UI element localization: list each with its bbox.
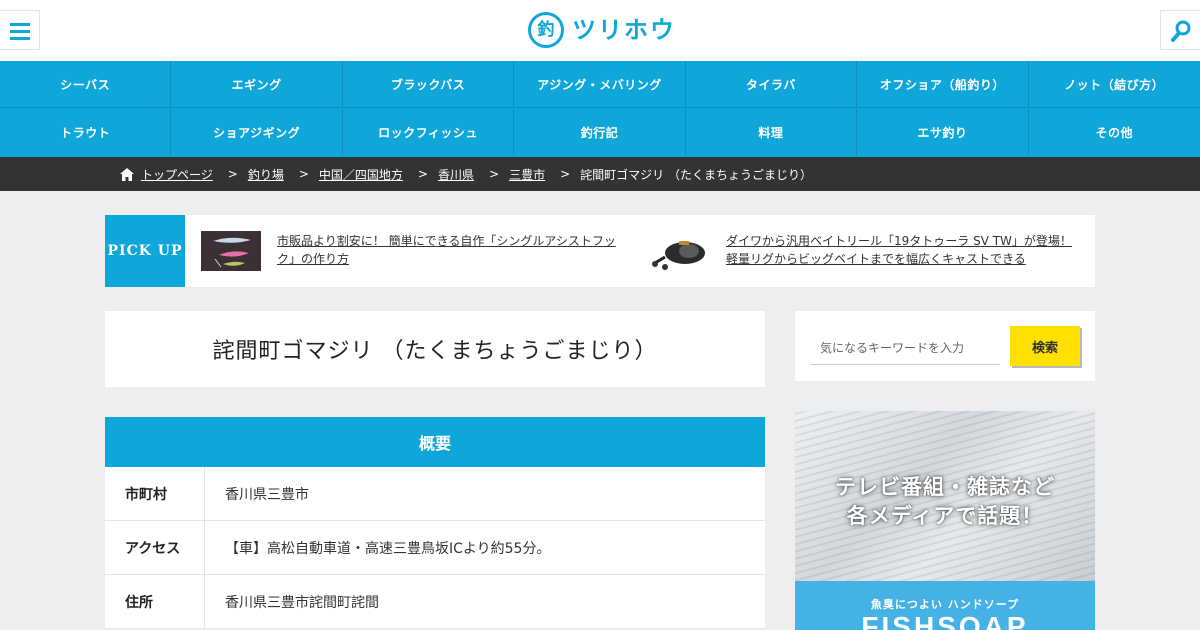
ad-headline-line-1: テレビ番組・雑誌など bbox=[835, 475, 1055, 499]
nav-item-cooking[interactable]: 料理 bbox=[686, 109, 858, 156]
overview-key-access: アクセス bbox=[105, 521, 205, 574]
table-row: アクセス 【車】高松自動車道・高速三豊鳥坂ICより約55分。 bbox=[105, 521, 765, 575]
ad-headline: テレビ番組・雑誌など 各メディアで話題！ bbox=[795, 473, 1095, 531]
header-search-button[interactable] bbox=[1160, 10, 1200, 50]
bait-reel-image bbox=[651, 231, 711, 271]
nav-item-trout[interactable]: トラウト bbox=[0, 109, 172, 156]
pickup-bar: PICK UP 市販品より割安に！ 簡単にできる自作「シングルアシストフック」の… bbox=[105, 215, 1095, 287]
site-logo[interactable]: 釣 ツリホウ bbox=[528, 12, 678, 50]
site-header: 釣 ツリホウ bbox=[0, 0, 1200, 61]
title-box: 詫間町ゴマジリ （たくまちょうごまじり） bbox=[105, 311, 765, 387]
overview-heading: 概要 bbox=[105, 417, 765, 467]
overview-value-city: 香川県三豊市 bbox=[225, 486, 309, 503]
nav-item-offshore[interactable]: オフショア（船釣り） bbox=[857, 61, 1029, 108]
nav-item-other[interactable]: その他 bbox=[1029, 109, 1200, 156]
overview-key-address: 住所 bbox=[105, 575, 205, 628]
menu-button[interactable] bbox=[0, 10, 40, 50]
pickup-thumbnail-1[interactable] bbox=[201, 231, 261, 271]
breadcrumb-separator: > bbox=[489, 167, 500, 181]
home-icon bbox=[120, 167, 134, 181]
sidebar-search: 検索 bbox=[795, 311, 1095, 381]
page-title: 詫間町ゴマジリ （たくまちょうごまじり） bbox=[212, 339, 658, 364]
overview-value-address: 香川県三豊市詫間町詫間 bbox=[225, 594, 379, 611]
hamburger-icon-bar bbox=[10, 37, 30, 40]
search-input[interactable] bbox=[810, 331, 1000, 365]
overview-value-access: 【車】高松自動車道・高速三豊鳥坂ICより約55分。 bbox=[225, 540, 551, 557]
breadcrumb-top[interactable]: トップページ bbox=[141, 166, 213, 183]
nav-item-seabass[interactable]: シーバス bbox=[0, 61, 172, 108]
breadcrumb-city[interactable]: 三豊市 bbox=[509, 166, 545, 183]
nav-item-bait-fishing[interactable]: エサ釣り bbox=[857, 109, 1029, 156]
category-nav: シーバス エギング ブラックバス アジング・メバリング タイラバ オフショア（船… bbox=[0, 61, 1200, 157]
jig-lure-image bbox=[201, 231, 261, 271]
overview-table: 市町村 香川県三豊市 アクセス 【車】高松自動車道・高速三豊鳥坂ICより約55分… bbox=[105, 467, 765, 629]
breadcrumb-region[interactable]: 中国／四国地方 bbox=[319, 166, 403, 183]
pickup-article-1[interactable]: 市販品より割安に！ 簡単にできる自作「シングルアシストフック」の作り方 bbox=[277, 232, 632, 268]
fishsoap-ad-banner[interactable]: テレビ番組・雑誌など 各メディアで話題！ 魚臭につよい ハンドソープ FISHS… bbox=[795, 411, 1095, 630]
search-icon bbox=[1171, 20, 1191, 42]
breadcrumb-fishing-spot[interactable]: 釣り場 bbox=[248, 166, 284, 183]
pickup-label: PICK UP bbox=[105, 215, 185, 287]
nav-item-knot[interactable]: ノット（結び方） bbox=[1029, 61, 1200, 108]
breadcrumb-separator: > bbox=[560, 167, 571, 181]
breadcrumb-separator: > bbox=[417, 167, 428, 181]
nav-item-fishing-report[interactable]: 釣行記 bbox=[514, 109, 686, 156]
table-row: 住所 香川県三豊市詫間町詫間 bbox=[105, 575, 765, 629]
logo-mark: 釣 bbox=[528, 12, 564, 48]
pickup-thumbnail-2[interactable] bbox=[651, 231, 711, 271]
search-button[interactable]: 検索 bbox=[1010, 326, 1080, 366]
nav-item-shore-jigging[interactable]: ショアジギング bbox=[171, 109, 343, 156]
nav-item-tairaba[interactable]: タイラバ bbox=[686, 61, 858, 108]
overview-key-city: 市町村 bbox=[105, 467, 205, 520]
ad-headline-line-2: 各メディアで話題！ bbox=[846, 504, 1044, 528]
breadcrumb-current: 詫間町ゴマジリ （たくまちょうごまじり） bbox=[580, 167, 812, 182]
hamburger-icon-bar bbox=[10, 30, 30, 33]
nav-item-blackbass[interactable]: ブラックバス bbox=[343, 61, 515, 108]
ad-bottom-band: 魚臭につよい ハンドソープ FISHSOAP bbox=[795, 581, 1095, 630]
breadcrumb-separator: > bbox=[227, 167, 238, 181]
breadcrumb-prefecture[interactable]: 香川県 bbox=[438, 166, 474, 183]
logo-text: ツリホウ bbox=[572, 16, 676, 44]
nav-item-eging[interactable]: エギング bbox=[171, 61, 343, 108]
ad-brand: FISHSOAP bbox=[861, 611, 1029, 630]
table-row: 市町村 香川県三豊市 bbox=[105, 467, 765, 521]
nav-row-2: トラウト ショアジギング ロックフィッシュ 釣行記 料理 エサ釣り その他 bbox=[0, 109, 1200, 156]
nav-item-ajing-mebaring[interactable]: アジング・メバリング bbox=[514, 61, 686, 108]
hamburger-icon bbox=[10, 23, 30, 26]
breadcrumb: トップページ > 釣り場 > 中国／四国地方 > 香川県 > 三豊市 > 詫間町… bbox=[0, 157, 1200, 191]
pickup-article-2[interactable]: ダイワから汎用ベイトリール「19タトゥーラ SV TW」が登場！軽量リグからビッ… bbox=[726, 232, 1081, 268]
breadcrumb-separator: > bbox=[298, 167, 309, 181]
nav-row-1: シーバス エギング ブラックバス アジング・メバリング タイラバ オフショア（船… bbox=[0, 61, 1200, 108]
nav-item-rockfish[interactable]: ロックフィッシュ bbox=[343, 109, 515, 156]
breadcrumb-inner: トップページ > 釣り場 > 中国／四国地方 > 香川県 > 三豊市 > 詫間町… bbox=[120, 157, 812, 191]
